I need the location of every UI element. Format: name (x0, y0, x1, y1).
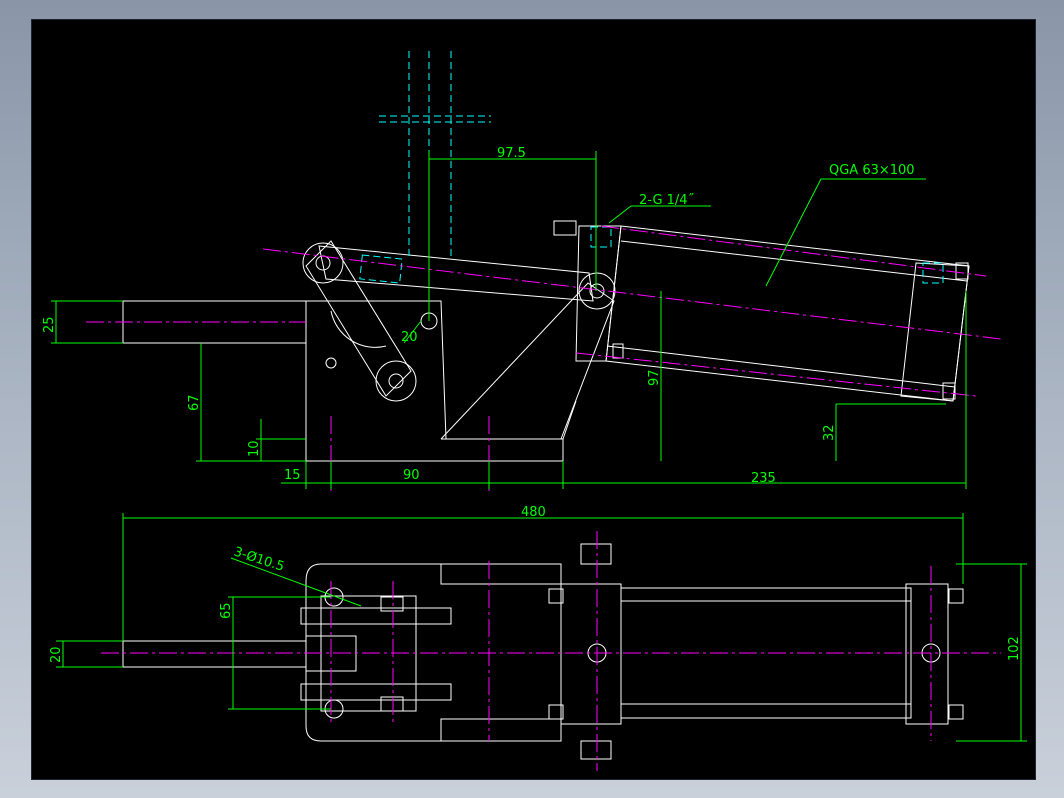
dim-235: 235 (751, 471, 776, 486)
port-leader (608, 205, 711, 224)
base-frame (305, 301, 564, 462)
cylinder-centerline (262, 248, 1002, 340)
base-hole (325, 357, 337, 369)
hidden-port-rear (922, 262, 944, 284)
bracket (306, 300, 447, 440)
dim-67: 67 (187, 394, 202, 411)
hidden-slot (359, 254, 403, 284)
callout-mount-holes: 3-Ø10.5 (232, 545, 286, 575)
plan-upper-jaw (300, 607, 452, 625)
callout-port-thread: 2-G 1/4˝ (639, 193, 694, 208)
front-nut (553, 220, 577, 236)
hole-leader (230, 557, 362, 607)
dim-20-plan: 20 (49, 646, 64, 663)
centerlines-side (86, 225, 1002, 491)
cad-drawing: 97.5 2-G 1/4˝ QGA 63×100 25 20 67 97 10 … (42, 51, 1027, 771)
dim-97-5: 97.5 (497, 146, 526, 161)
link-arm (305, 240, 412, 397)
dimensions-plan (56, 513, 1027, 742)
dim-32: 32 (822, 424, 837, 441)
plan-front-cap (560, 583, 622, 725)
dim-90: 90 (403, 468, 420, 483)
plan-rear-cap (905, 583, 949, 725)
cylinder-leader (765, 178, 926, 287)
plan-scale-bottom (440, 718, 562, 742)
centerlines-plan (101, 531, 1001, 771)
plan-bottom-fitting (580, 740, 612, 760)
plan-bolt-bottom (380, 696, 404, 712)
dim-25: 25 (42, 316, 57, 333)
plan-handle (122, 640, 307, 668)
drawing-canvas[interactable]: 97.5 2-G 1/4˝ QGA 63×100 25 20 67 97 10 … (31, 19, 1036, 780)
front-nut-bottom (612, 343, 624, 359)
callout-cylinder-model: QGA 63×100 (829, 163, 915, 178)
cylinder-pivot-pin (589, 283, 605, 299)
plan-scale-top (440, 563, 562, 585)
plan-bolt-top (380, 596, 404, 612)
dim-97: 97 (647, 369, 662, 386)
dim-480: 480 (521, 505, 546, 520)
hidden-port-front (590, 226, 612, 248)
dim-20-side: 20 (401, 330, 418, 345)
cylinder-bottom-centerline (575, 352, 977, 397)
dim-102: 102 (1007, 636, 1022, 661)
dim-10: 10 (247, 440, 262, 457)
dim-65: 65 (219, 602, 234, 619)
plan-nut-4 (948, 704, 964, 720)
plan-lower-jaw (300, 683, 452, 701)
lever-arm (318, 245, 594, 302)
plan-top-fitting (580, 543, 612, 565)
plan-view (122, 543, 964, 760)
dim-15: 15 (284, 468, 301, 483)
plan-nut-3 (948, 588, 964, 604)
cylinder-rear-cap (900, 262, 970, 402)
gusset-edge (562, 400, 577, 440)
link-pivot-outer (375, 360, 417, 402)
